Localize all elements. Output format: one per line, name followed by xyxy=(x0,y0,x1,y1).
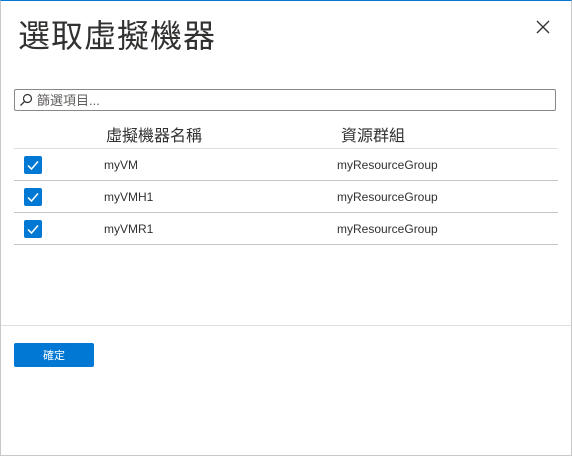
checkmark-icon xyxy=(27,225,39,235)
table-header: 虛擬機器名稱 資源群組 xyxy=(14,118,558,149)
row-checkbox[interactable] xyxy=(24,220,42,238)
table-row[interactable]: myVMR1 myResourceGroup xyxy=(14,213,558,245)
footer-divider xyxy=(1,325,571,326)
checkmark-icon xyxy=(27,161,39,171)
vm-name-cell: myVMR1 xyxy=(104,222,154,236)
ok-button[interactable]: 確定 xyxy=(14,343,94,367)
table-row[interactable]: myVM myResourceGroup xyxy=(14,149,558,181)
resource-group-cell: myResourceGroup xyxy=(337,222,438,236)
resource-group-cell: myResourceGroup xyxy=(337,190,438,204)
select-vm-dialog: 選取虛擬機器 虛擬機器名稱 資源群組 xyxy=(0,0,572,456)
row-checkbox[interactable] xyxy=(24,156,42,174)
table-row[interactable]: myVMH1 myResourceGroup xyxy=(14,181,558,213)
filter-box[interactable] xyxy=(14,89,556,111)
filter-input[interactable] xyxy=(37,91,547,109)
column-header-resource-group: 資源群組 xyxy=(341,128,406,145)
resource-group-cell: myResourceGroup xyxy=(337,158,438,172)
close-button[interactable] xyxy=(532,16,554,38)
row-checkbox[interactable] xyxy=(24,188,42,206)
column-header-vm-name: 虛擬機器名稱 xyxy=(106,128,203,145)
vm-name-cell: myVMH1 xyxy=(104,190,154,204)
search-icon xyxy=(19,93,33,107)
close-icon xyxy=(532,16,554,38)
vm-table: 虛擬機器名稱 資源群組 myVM myResourceGroup myVMH1 … xyxy=(14,118,558,245)
vm-name-cell: myVM xyxy=(104,158,138,172)
dialog-title: 選取虛擬機器 xyxy=(18,18,217,54)
checkmark-icon xyxy=(27,193,39,203)
